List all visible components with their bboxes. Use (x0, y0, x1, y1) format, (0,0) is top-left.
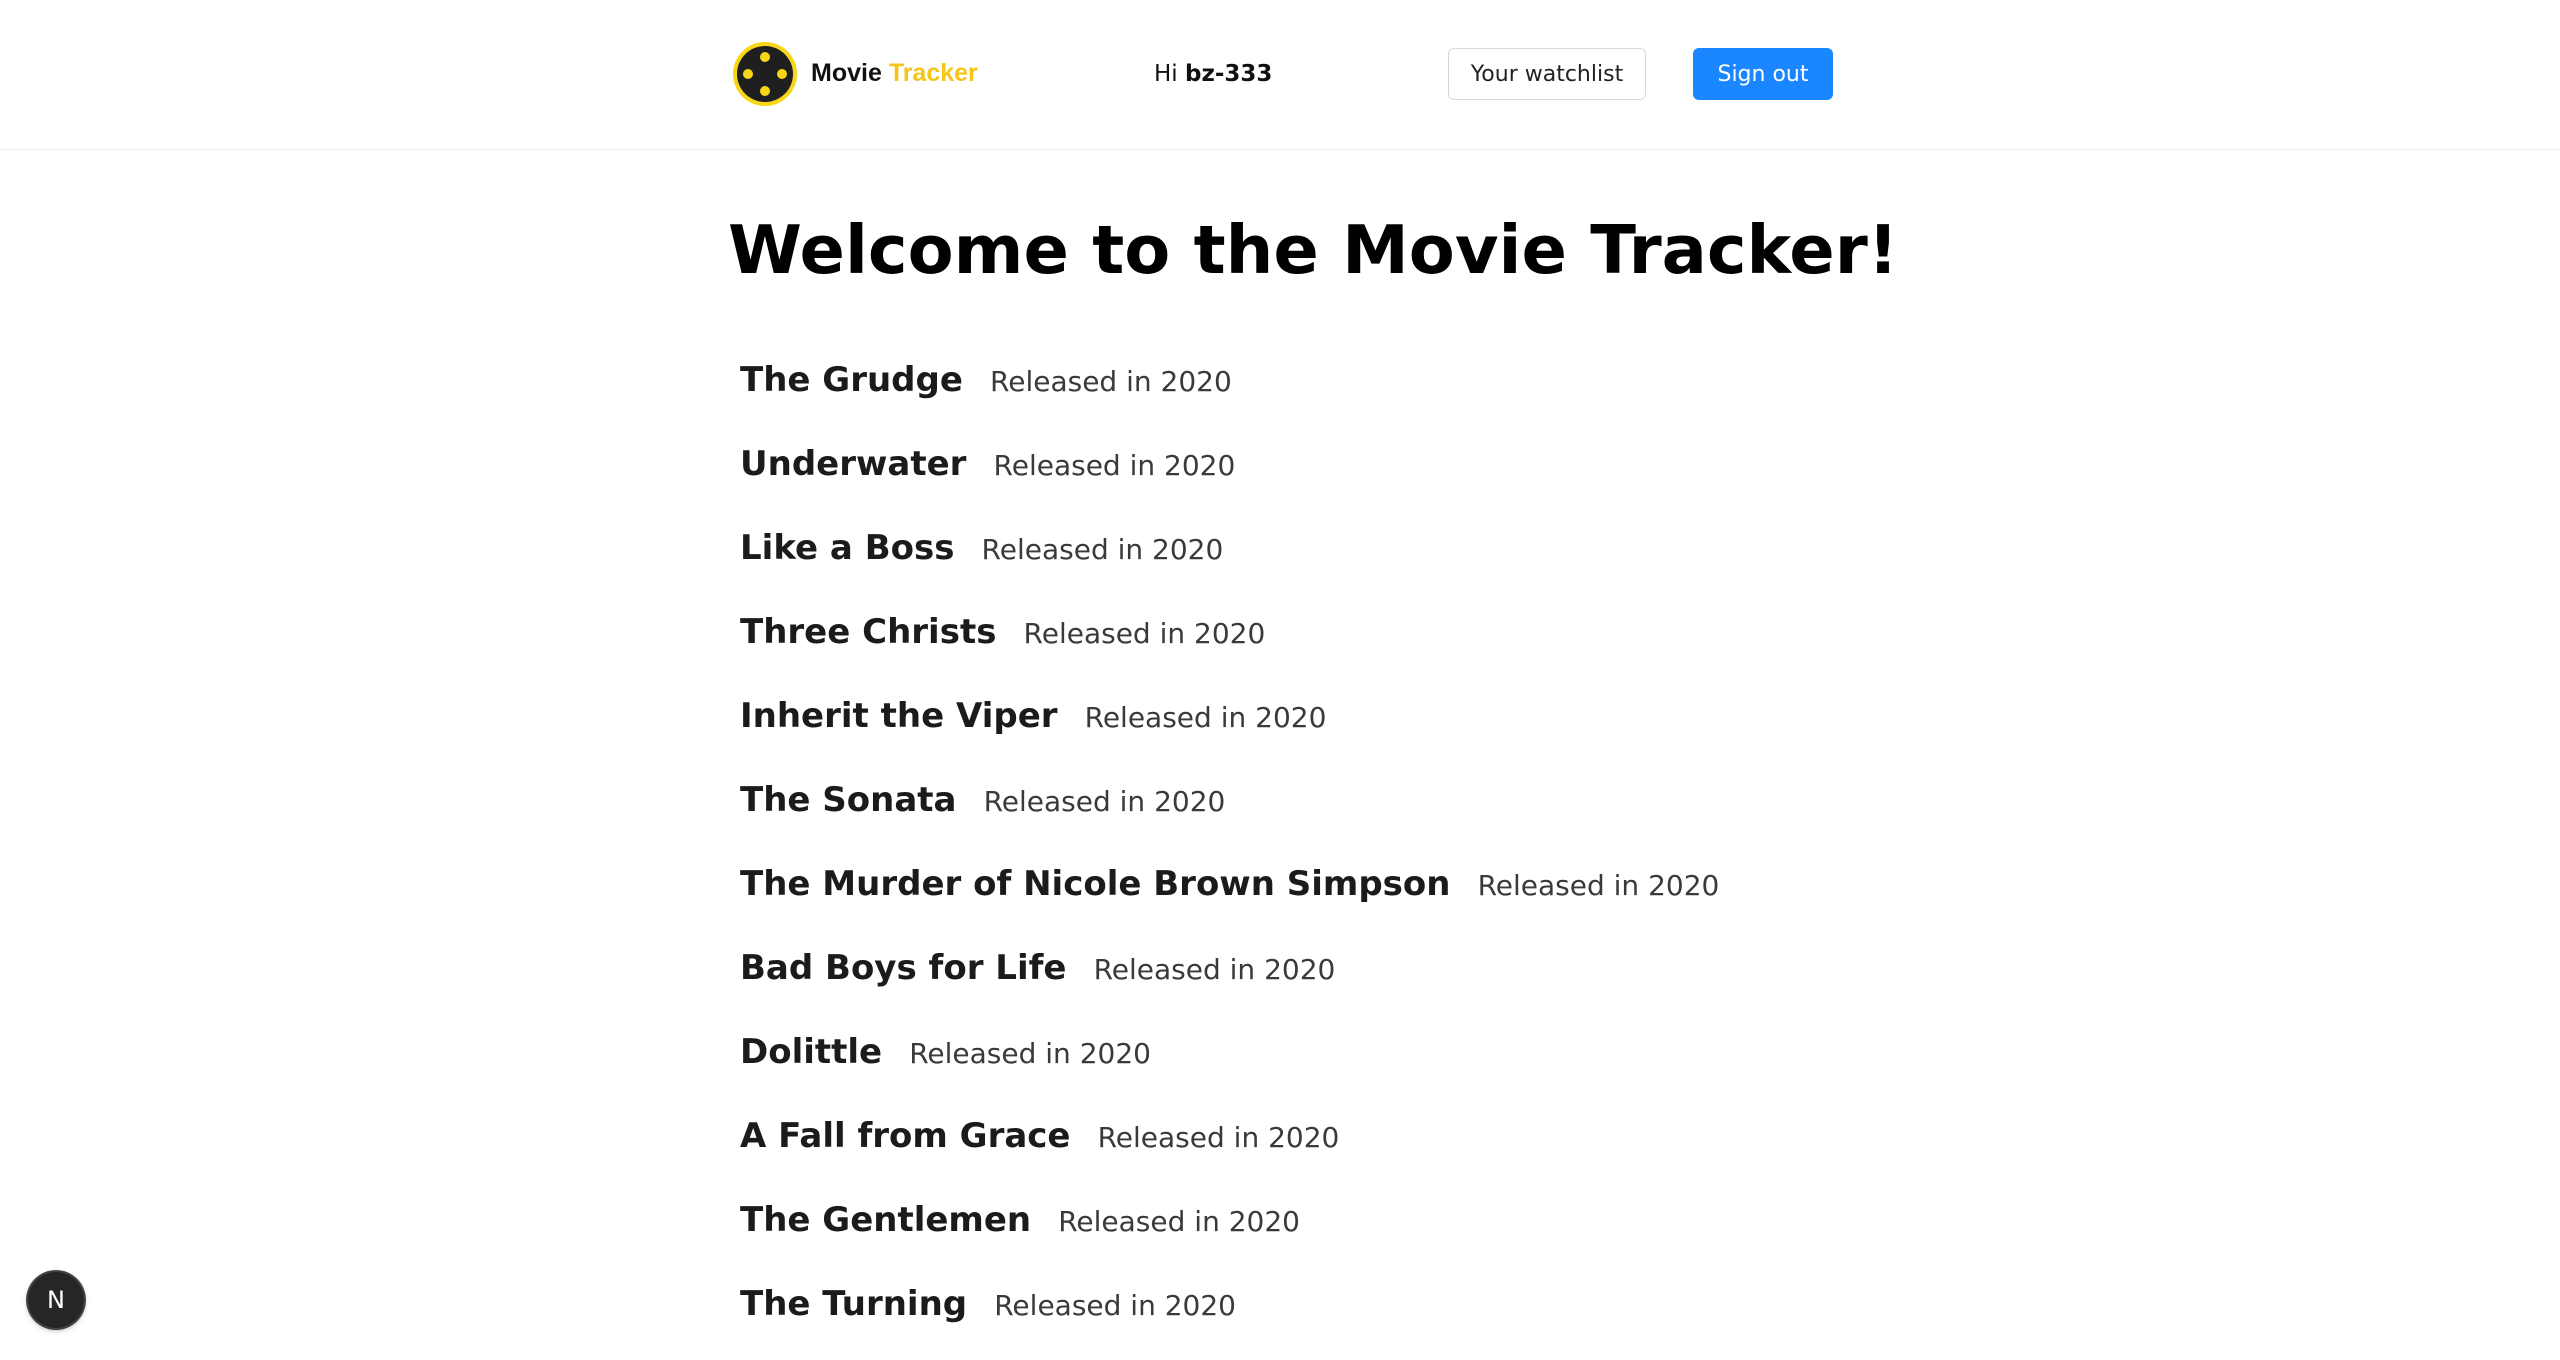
movie-release-year: Released in 2020 (909, 1037, 1151, 1070)
reel-hole (760, 52, 770, 62)
movie-release-year: Released in 2020 (1477, 869, 1720, 902)
movie-title[interactable]: The Sonata (740, 780, 956, 820)
movie-title[interactable]: Three Christs (740, 612, 996, 652)
movie-list: The Grudge Released in 2020 Underwater R… (740, 352, 2140, 1360)
username: bz-333 (1185, 61, 1273, 87)
movie-title[interactable]: Underwater (740, 444, 966, 484)
movie-item[interactable]: The Murder of Nicole Brown Simpson Relea… (740, 856, 2140, 940)
movie-item[interactable]: The Grudge Released in 2020 (740, 352, 2140, 436)
movie-item[interactable]: Inherit the Viper Released in 2020 (740, 688, 2140, 772)
movie-item[interactable]: The Gentlemen Released in 2020 (740, 1192, 2140, 1276)
movie-title[interactable]: The Grudge (740, 360, 963, 400)
movie-release-year: Released in 2020 (1058, 1205, 1300, 1238)
reel-hole (760, 86, 770, 96)
movie-title[interactable]: A Fall from Grace (740, 1116, 1071, 1156)
movie-release-year: Released in 2020 (983, 785, 1226, 818)
movie-item[interactable]: The Sonata Released in 2020 (740, 772, 2140, 856)
movie-title[interactable]: Bad Boys for Life (740, 948, 1066, 988)
movie-release-year: Released in 2020 (1084, 701, 1327, 734)
movie-item[interactable]: The Turning Released in 2020 (740, 1276, 2140, 1360)
brand-name[interactable]: Movie Tracker (811, 58, 978, 88)
movie-title[interactable]: Dolittle (740, 1032, 882, 1072)
brand-name-part2: Tracker (888, 59, 978, 87)
movie-release-year: Released in 2020 (981, 533, 1224, 566)
movie-item[interactable]: Underwater Released in 2020 (740, 436, 2140, 520)
movie-release-year: Released in 2020 (993, 449, 1236, 482)
page-title: Welcome to the Movie Tracker! (728, 211, 1899, 289)
watchlist-button[interactable]: Your watchlist (1448, 48, 1646, 100)
movie-item[interactable]: Three Christs Released in 2020 (740, 604, 2140, 688)
film-reel-center (737, 46, 793, 102)
nextjs-logo-icon[interactable]: N (28, 1272, 84, 1328)
brand-name-part1: Movie (811, 59, 882, 87)
movie-item[interactable]: A Fall from Grace Released in 2020 (740, 1108, 2140, 1192)
movie-release-year: Released in 2020 (990, 365, 1232, 398)
movie-title[interactable]: The Murder of Nicole Brown Simpson (740, 864, 1450, 904)
user-greeting: Hi bz-333 (1154, 59, 1272, 89)
sign-out-button[interactable]: Sign out (1693, 48, 1833, 100)
movie-release-year: Released in 2020 (1097, 1121, 1340, 1154)
film-reel-icon[interactable] (733, 42, 797, 106)
movie-title[interactable]: Like a Boss (740, 528, 954, 568)
movie-release-year: Released in 2020 (1093, 953, 1336, 986)
greeting-prefix: Hi (1154, 61, 1178, 87)
movie-item[interactable]: Bad Boys for Life Released in 2020 (740, 940, 2140, 1024)
movie-item[interactable]: Like a Boss Released in 2020 (740, 520, 2140, 604)
movie-title[interactable]: The Gentlemen (740, 1200, 1031, 1240)
movie-item[interactable]: Dolittle Released in 2020 (740, 1024, 2140, 1108)
movie-release-year: Released in 2020 (994, 1289, 1236, 1322)
movie-title[interactable]: The Turning (740, 1284, 967, 1324)
movie-release-year: Released in 2020 (1023, 617, 1266, 650)
movie-title[interactable]: Inherit the Viper (740, 696, 1058, 736)
reel-hole (777, 69, 787, 79)
reel-hole (743, 69, 753, 79)
top-nav-bar: Movie Tracker Hi bz-333 Your watchlist S… (0, 0, 2560, 150)
